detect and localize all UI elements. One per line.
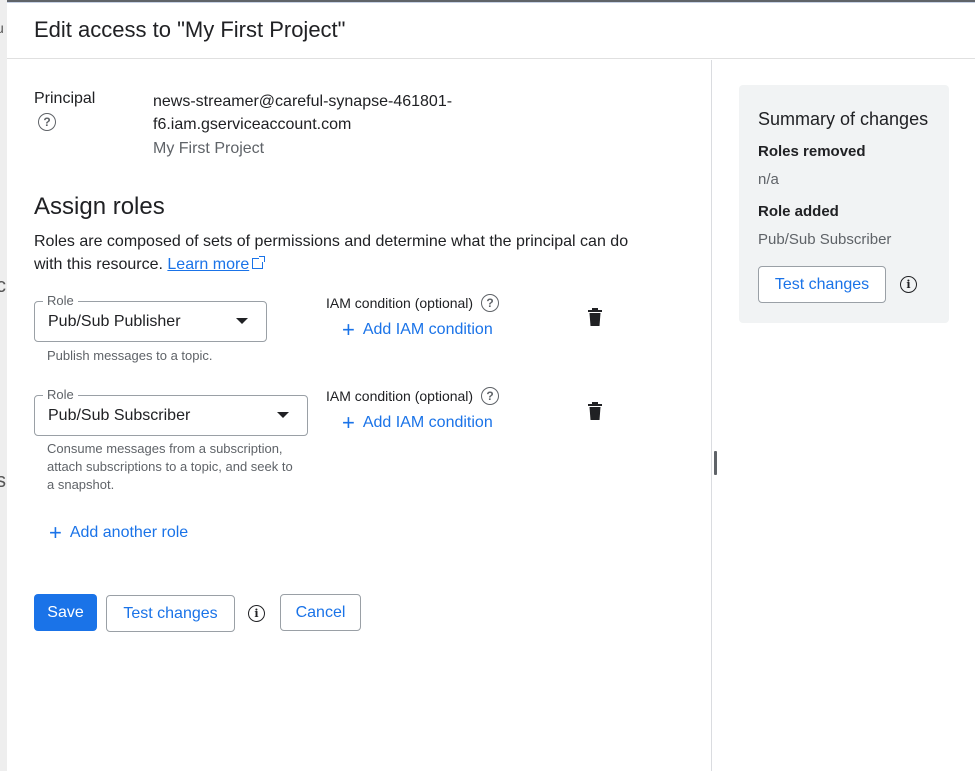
plus-icon: + (342, 410, 355, 435)
test-changes-button[interactable]: Test changes (106, 595, 235, 632)
add-iam-condition-button-1[interactable]: + Add IAM condition (342, 317, 493, 342)
add-iam-condition-label: Add IAM condition (362, 414, 493, 431)
dropdown-arrow-icon (236, 318, 248, 324)
role-value: Pub/Sub Publisher (48, 313, 181, 330)
iam-condition-label-text: IAM condition (optional) (326, 295, 474, 311)
delete-role-icon-1[interactable] (587, 308, 603, 326)
iam-help-icon[interactable]: ? (481, 294, 500, 312)
roles-removed-label: Roles removed (758, 143, 866, 160)
edit-access-dialog: Edit access to "My First Project" Princi… (7, 2, 975, 771)
summary-of-changes-card: Summary of changes Roles removed n/a Rol… (739, 85, 949, 323)
add-another-role-label: Add another role (69, 524, 189, 541)
assign-roles-description-text: Roles are composed of sets of permission… (34, 233, 629, 273)
assign-roles-description: Roles are composed of sets of permission… (34, 230, 634, 276)
learn-more-label: Learn more (167, 256, 250, 273)
summary-test-changes-button[interactable]: Test changes (758, 266, 886, 303)
role-select-1[interactable]: Role Pub/Sub Publisher (34, 293, 267, 342)
role-hint-1: Publish messages to a topic. (47, 348, 213, 363)
role-field-label: Role (43, 387, 78, 402)
dropdown-arrow-icon (277, 412, 289, 418)
assign-roles-pane: Principal ? news-streamer@careful-synaps… (7, 60, 711, 771)
plus-icon: + (342, 317, 355, 342)
principal-help-icon[interactable]: ? (38, 113, 56, 131)
principal-email: news-streamer@careful-synapse-461801-f6.… (153, 93, 453, 133)
roles-removed-value: n/a (758, 171, 779, 188)
delete-role-icon-2[interactable] (587, 402, 603, 420)
principal-label: Principal (34, 90, 96, 107)
info-icon[interactable]: i (900, 276, 917, 293)
resize-handle[interactable] (714, 451, 717, 475)
plus-icon: + (49, 520, 62, 545)
role-added-value: Pub/Sub Subscriber (758, 231, 892, 248)
role-select-2[interactable]: Role Pub/Sub Subscriber (34, 387, 308, 436)
iam-condition-label-text: IAM condition (optional) (326, 388, 474, 404)
cancel-button[interactable]: Cancel (280, 594, 361, 631)
role-value: Pub/Sub Subscriber (48, 407, 191, 424)
add-iam-condition-label: Add IAM condition (362, 321, 493, 338)
principal-project: My First Project (153, 140, 265, 157)
dialog-header: Edit access to "My First Project" (7, 3, 975, 59)
save-button[interactable]: Save (34, 594, 97, 631)
info-icon[interactable]: i (248, 605, 265, 622)
summary-title: Summary of changes (758, 109, 929, 129)
iam-condition-label-2: IAM condition (optional) ? (326, 387, 500, 405)
background-page: u c s i (0, 0, 7, 771)
dialog-title: Edit access to "My First Project" (34, 17, 346, 42)
learn-more-link[interactable]: Learn more (167, 256, 266, 273)
role-added-label: Role added (758, 203, 839, 220)
assign-roles-heading: Assign roles (34, 193, 165, 220)
external-link-icon (252, 256, 266, 269)
add-iam-condition-button-2[interactable]: + Add IAM condition (342, 410, 493, 435)
iam-help-icon[interactable]: ? (481, 387, 500, 405)
add-another-role-button[interactable]: + Add another role (49, 520, 189, 545)
role-hint-2: Consume messages from a subscription, at… (47, 441, 293, 492)
iam-condition-label-1: IAM condition (optional) ? (326, 294, 500, 312)
role-field-label: Role (43, 293, 78, 308)
pane-divider (711, 60, 712, 771)
